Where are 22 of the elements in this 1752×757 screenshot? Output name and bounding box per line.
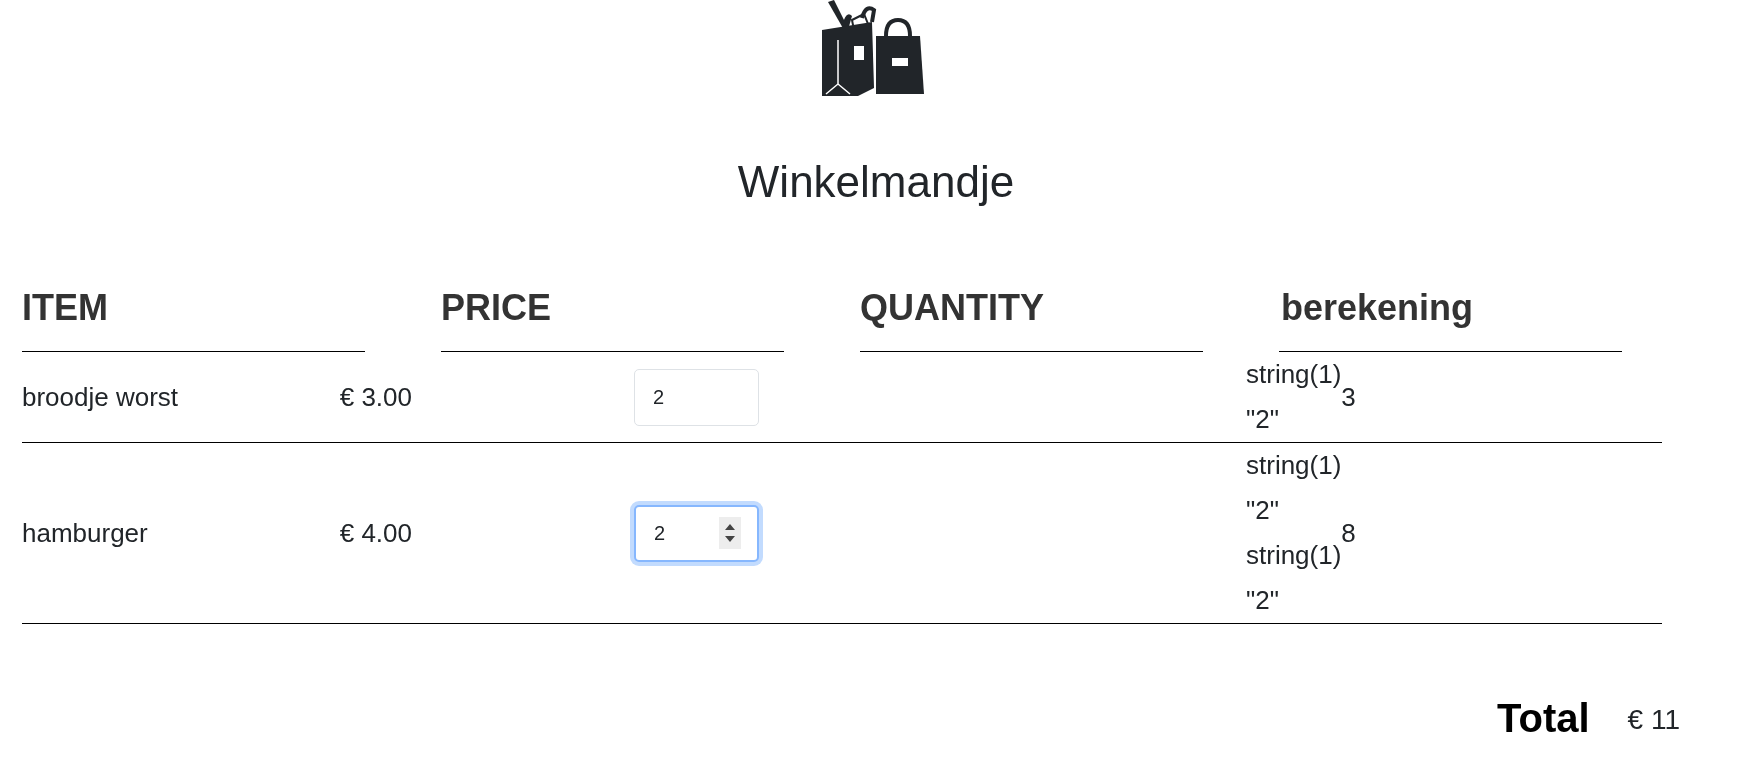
quantity-field[interactable]: 2 xyxy=(634,368,759,426)
calc-result: 8 xyxy=(1341,518,1356,548)
calc-line: string(1) xyxy=(1246,449,1342,482)
calc-line: "2" xyxy=(1246,403,1280,436)
total-label: Total xyxy=(1497,695,1590,742)
item-price: € 3.00 xyxy=(338,380,412,414)
quantity-field[interactable]: 2 xyxy=(634,504,759,562)
item-name: broodje worst xyxy=(22,380,180,414)
column-header: berekening xyxy=(1279,286,1622,352)
item-price: € 4.00 xyxy=(338,516,412,550)
column-header: QUANTITY xyxy=(860,286,1203,352)
spinner-icon[interactable] xyxy=(719,516,741,549)
calc-line: string(1) xyxy=(1246,358,1342,391)
page-title: Winkelmandje xyxy=(737,158,1015,206)
item-name: hamburger xyxy=(22,516,149,550)
total-value: € 11 xyxy=(1627,703,1680,737)
calc-line: string(1) xyxy=(1246,539,1342,572)
calc-result: 3 xyxy=(1341,382,1356,412)
calc-line: "2" xyxy=(1246,584,1280,617)
column-header: ITEM xyxy=(22,286,365,352)
calc-line: "2" xyxy=(1246,494,1280,527)
column-header: PRICE xyxy=(441,286,784,352)
